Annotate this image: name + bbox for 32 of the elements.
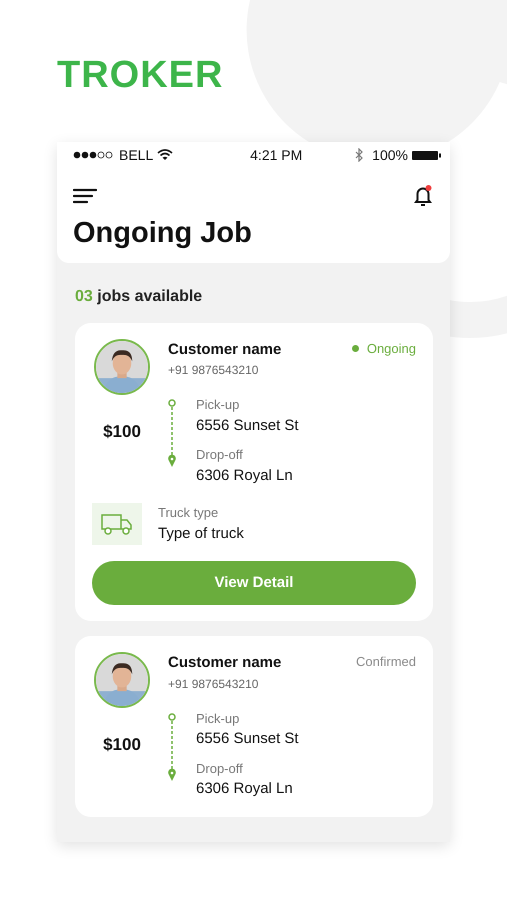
customer-name: Customer name xyxy=(168,653,282,674)
view-detail-button[interactable]: View Detail xyxy=(92,561,416,606)
jobs-count: 03 jobs available xyxy=(75,286,204,307)
dropoff-address: 6306 Royal Ln xyxy=(196,466,294,486)
customer-name: Customer name xyxy=(168,340,282,360)
battery-icon xyxy=(412,150,442,160)
bluetooth-icon xyxy=(355,148,364,162)
truck-icon xyxy=(101,513,133,536)
status-time: 4:21 PM xyxy=(250,146,302,164)
dropoff-address: 6306 Royal Ln xyxy=(196,779,294,800)
notification-bell-icon[interactable] xyxy=(412,184,434,208)
page-title: Ongoing Job xyxy=(73,216,253,251)
pickup-label: Pick-up xyxy=(196,396,240,414)
wifi-icon xyxy=(157,149,174,161)
pickup-label: Pick-up xyxy=(196,710,240,728)
battery-label: 100% xyxy=(372,146,408,164)
price: $100 xyxy=(103,734,141,756)
pickup-address: 6556 Sunset St xyxy=(196,729,299,750)
price: $100 xyxy=(103,420,141,443)
status-label: Confirmed xyxy=(356,653,416,672)
phone-number: +91 9876543210 xyxy=(168,362,260,380)
logo: TROKER xyxy=(57,56,224,94)
carrier-label: BELL xyxy=(119,146,154,164)
truck-type-label: Truck type xyxy=(158,504,220,522)
dropoff-label: Drop-off xyxy=(196,446,244,464)
phone-number: +91 9876543210 xyxy=(168,676,260,693)
status-label: Ongoing xyxy=(366,340,416,358)
truck-type-value: Type of truck xyxy=(158,524,244,544)
signal-icon xyxy=(73,151,115,159)
dropoff-label: Drop-off xyxy=(196,760,244,778)
menu-icon[interactable] xyxy=(73,188,97,204)
pickup-address: 6556 Sunset St xyxy=(196,416,299,436)
